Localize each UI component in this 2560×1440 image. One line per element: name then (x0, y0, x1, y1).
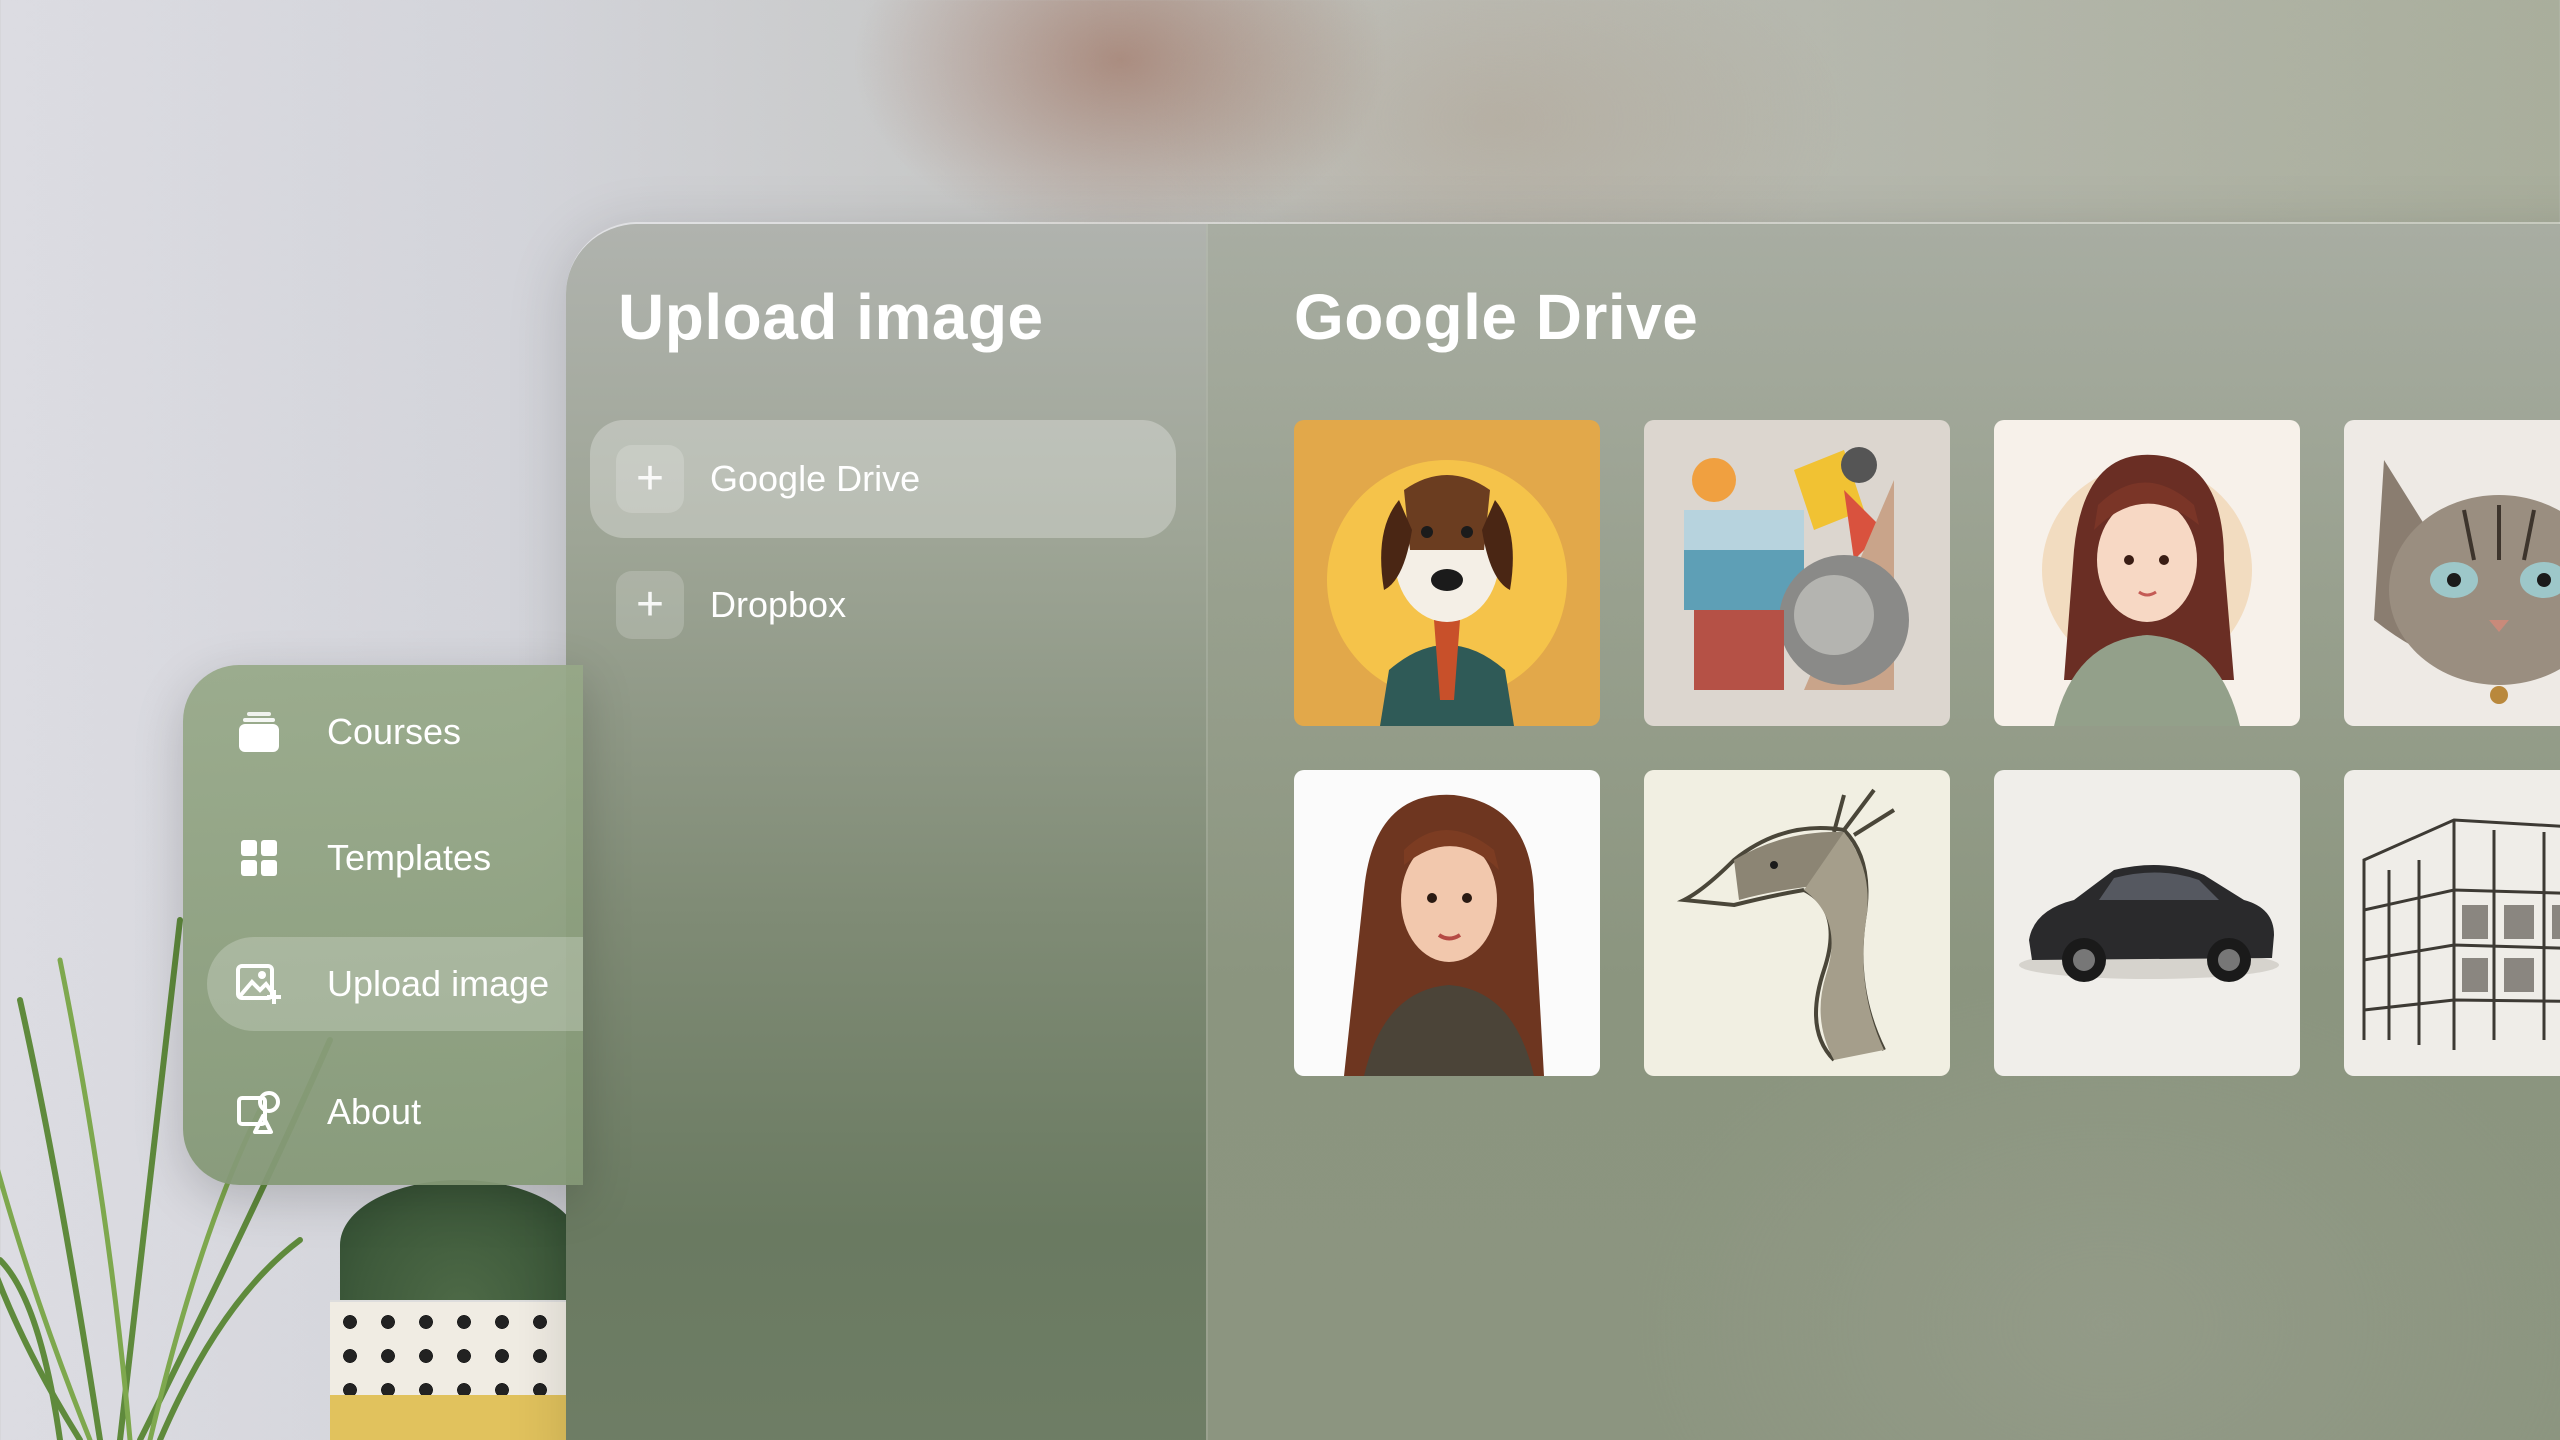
source-label: Google Drive (710, 458, 921, 499)
image-woman-portrait[interactable] (1294, 770, 1600, 1076)
background-cactus (340, 1180, 580, 1310)
image-cat-sketch[interactable] (2344, 420, 2560, 726)
nav-item-about[interactable]: About (207, 1065, 583, 1159)
nav-label: Templates (327, 837, 492, 878)
nav-item-upload-image[interactable]: Upload image (207, 937, 583, 1031)
image-car-sketch[interactable] (1994, 770, 2300, 1076)
image-add-icon (235, 960, 283, 1008)
dog-illustration (1294, 420, 1600, 726)
nav-label: Upload image (327, 963, 550, 1004)
gallery-title: Google Drive (1294, 281, 1699, 353)
gallery-pane: Google Drive (1206, 224, 2560, 1440)
upload-title: Upload image (618, 281, 1044, 353)
nav-label: Courses (327, 711, 462, 752)
image-collage[interactable] (1644, 420, 1950, 726)
source-pane: Upload image + Google Drive + Dropbox (566, 224, 1206, 1440)
image-building-sketch[interactable] (2344, 770, 2560, 1076)
nav-item-courses[interactable]: Courses (207, 685, 583, 779)
nav-label: About (327, 1091, 422, 1132)
woman-illustration (1294, 770, 1600, 1076)
plus-icon: + (616, 445, 684, 513)
dragon-illustration (1644, 770, 1950, 1076)
background-pot-band (330, 1395, 580, 1440)
car-illustration (1994, 770, 2300, 1076)
source-google-drive[interactable]: + Google Drive (590, 420, 1176, 538)
grid-icon (235, 834, 283, 882)
image-dog-portrait[interactable] (1294, 420, 1600, 726)
cat-illustration (2344, 420, 2560, 726)
upload-window: Upload image + Google Drive + Dropbox Go… (566, 222, 2560, 1440)
nav-item-templates[interactable]: Templates (207, 811, 583, 905)
source-dropbox[interactable]: + Dropbox (590, 546, 1176, 664)
plus-icon: + (616, 571, 684, 639)
stack-icon (235, 708, 283, 756)
image-girl-illustration[interactable] (1994, 420, 2300, 726)
image-grid (1294, 420, 2560, 1076)
collage-illustration (1644, 420, 1950, 726)
shapes-icon (235, 1088, 283, 1136)
source-label: Dropbox (710, 584, 847, 625)
side-navigation: Courses Templates Upload image About (183, 665, 583, 1185)
building-illustration (2344, 770, 2560, 1076)
image-dragon-sketch[interactable] (1644, 770, 1950, 1076)
girl-illustration (1994, 420, 2300, 726)
